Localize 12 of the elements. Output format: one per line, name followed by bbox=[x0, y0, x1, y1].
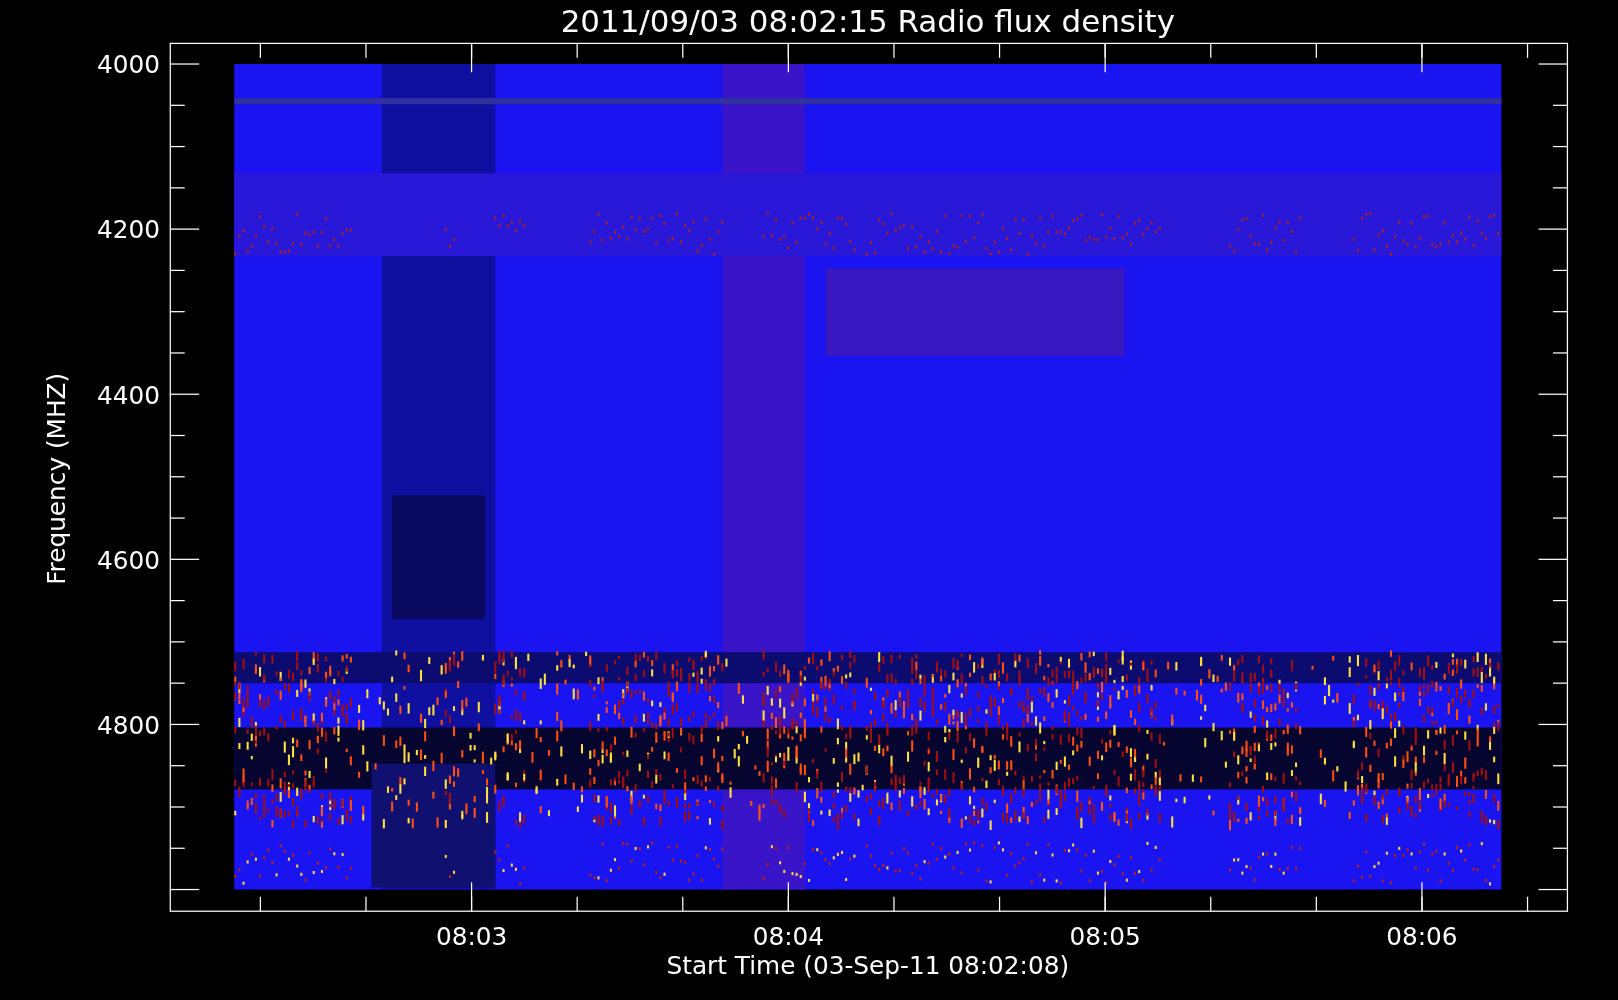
y-tick-label: 4200 bbox=[96, 215, 160, 245]
y-tick-label: 4600 bbox=[96, 545, 160, 575]
x-axis-label: Start Time (03-Sep-11 08:02:08) bbox=[666, 951, 1070, 981]
y-tick-label: 4800 bbox=[96, 710, 160, 740]
x-tick-label: 08:03 bbox=[435, 922, 508, 952]
x-tick-label: 08:05 bbox=[1069, 922, 1141, 952]
plot-title: 2011/09/03 08:02:15 Radio flux density bbox=[560, 3, 1175, 40]
y-tick-label: 4400 bbox=[96, 380, 160, 410]
x-tick-label: 08:04 bbox=[752, 922, 825, 952]
y-axis-label: Frequency (MHZ) bbox=[42, 372, 71, 585]
x-tick-label: 08:06 bbox=[1386, 922, 1458, 952]
y-tick-label: 4000 bbox=[96, 50, 160, 80]
